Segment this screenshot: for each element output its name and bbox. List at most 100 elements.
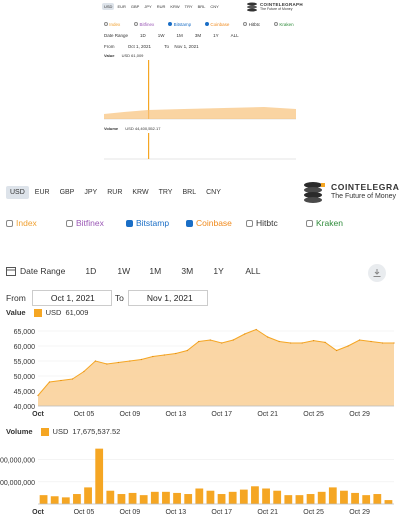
thumb-cur-3[interactable]: JPY [142, 3, 153, 10]
exchange-index[interactable]: Index [6, 218, 66, 228]
volume-bar [351, 492, 359, 504]
value-legend-value: 61,009 [65, 308, 89, 317]
currency-tab-krw[interactable]: KRW [128, 186, 152, 199]
exchange-bitfinex[interactable]: Bitfinex [66, 218, 126, 228]
thumb-cur-0[interactable]: USD [102, 3, 115, 10]
thumb-ex-5[interactable]: Kraken [274, 22, 294, 27]
currency-tab-brl[interactable]: BRL [178, 186, 200, 199]
y-tick-label: 45,000 [14, 389, 36, 396]
thumb-from-row: From Oct 1, 2021 To Nov 1, 2021 [104, 44, 199, 49]
range-button-1m[interactable]: 1M [149, 266, 181, 276]
currency-tab-usd[interactable]: USD [6, 186, 29, 199]
x-tick-label: Oct 21 [257, 509, 278, 516]
thumb-from-label: From [104, 44, 115, 49]
thumb-cur-8[interactable]: CNY [208, 3, 220, 10]
thumb-btn-all[interactable]: ALL [231, 33, 239, 38]
value-point [313, 340, 315, 342]
volume-legend: Volume USD 17,675,537.52 [6, 427, 120, 436]
checkbox[interactable] [246, 219, 253, 227]
thumb-cur-1[interactable]: EUR [115, 3, 127, 10]
checkbox[interactable] [66, 219, 73, 227]
exchange-coinbase[interactable]: Coinbase [186, 218, 246, 228]
x-tick-label: Oct 21 [257, 411, 278, 418]
from-date-input[interactable]: Oct 1, 2021 [31, 290, 112, 306]
value-chart: 40,000 45,000 50,000 55,000 60,000 65,000 Oct O… [14, 328, 395, 418]
value-point [106, 363, 108, 365]
coin-stack-icon [304, 182, 325, 203]
checkbox-checked[interactable] [126, 219, 133, 227]
volume-bar [262, 488, 270, 504]
volume-bar [295, 495, 304, 504]
range-button-1w[interactable]: 1W [117, 266, 149, 276]
currency-tab-rur[interactable]: RUR [103, 186, 126, 199]
value-point [244, 333, 246, 335]
value-point [370, 340, 372, 343]
thumb-ex-2[interactable]: Bitstamp [168, 22, 191, 27]
checkbox-checked[interactable] [186, 219, 193, 227]
currency-tab-gbp[interactable]: GBP [56, 186, 79, 199]
thumb-ex-1[interactable]: Bitfinex [134, 22, 154, 27]
range-button-1d[interactable]: 1D [85, 266, 117, 276]
thumb-ex-3[interactable]: Coinbase [205, 22, 229, 27]
thumb-btn-1y[interactable]: 1Y [213, 33, 219, 38]
x-tick-label: Oct 29 [349, 509, 370, 516]
thumb-cur-4[interactable]: RUR [155, 3, 168, 10]
thumb-btn-1w[interactable]: 1W [158, 33, 165, 38]
exchange-bitstamp[interactable]: Bitstamp [126, 218, 186, 228]
value-point [71, 378, 74, 380]
currency-tab-try[interactable]: TRY [155, 186, 177, 199]
checkbox[interactable] [306, 219, 313, 227]
volume-bar [340, 490, 348, 504]
thumb-date-row: Date Range 1D 1W 1M 3M 1Y ALL [104, 33, 239, 38]
thumb-from-input[interactable]: Oct 1, 2021 [128, 44, 151, 49]
thumb-cur-5[interactable]: KRW [168, 3, 181, 10]
checkbox[interactable] [6, 219, 13, 227]
thumb-ex-0[interactable]: Index [104, 22, 120, 27]
thumb-btn-1m[interactable]: 1M [177, 33, 183, 38]
y-tick-label: 50,000 [14, 374, 36, 381]
volume-bar [317, 491, 326, 504]
volume-legend-series: USD [52, 427, 69, 436]
currency-tab-jpy[interactable]: JPY [80, 186, 101, 199]
range-button-3m[interactable]: 3M [181, 266, 213, 276]
thumb-to-input[interactable]: Nov 1, 2021 [174, 44, 198, 49]
value-point [267, 336, 269, 338]
download-button[interactable] [368, 264, 386, 282]
volume-bar [306, 494, 315, 504]
value-point [198, 340, 200, 343]
logo-tagline: The Future of Money [331, 193, 396, 200]
volume-bar [206, 490, 215, 504]
x-tick-label: Oct 29 [349, 411, 370, 418]
value-point [83, 370, 85, 373]
thumb-cur-7[interactable]: BRL [196, 3, 208, 10]
range-button-all[interactable]: ALL [245, 266, 277, 276]
x-tick-label: Oct 09 [120, 509, 141, 516]
value-point [221, 342, 223, 344]
exchange-kraken[interactable]: Kraken [306, 218, 366, 228]
thumbnail-panel: USD EUR GBP JPY RUR KRW TRY BRL CNY COIN… [0, 0, 400, 160]
volume-bar [162, 491, 170, 504]
to-date-input[interactable]: Nov 1, 2021 [127, 290, 208, 306]
x-tick-label: Oct 13 [165, 509, 186, 516]
volume-bar [84, 487, 92, 504]
exchange-hitbtc[interactable]: Hitbtc [246, 218, 306, 228]
thumb-ex-4[interactable]: Hitbtc [243, 22, 260, 27]
volume-bar [117, 494, 126, 504]
currency-tab-cny[interactable]: CNY [202, 186, 225, 199]
volume-bar [139, 495, 148, 504]
thumb-btn-1d[interactable]: 1D [140, 33, 146, 38]
thumb-logo-tagline: The Future of Money [260, 7, 293, 11]
value-point [60, 379, 62, 382]
date-input-row: From Oct 1, 2021 To Nov 1, 2021 [6, 290, 208, 306]
thumb-btn-3m[interactable]: 3M [195, 33, 201, 38]
thumb-cur-6[interactable]: TRY [183, 3, 195, 10]
value-point [278, 340, 280, 343]
thumb-logo: COINTELEGRAPH The Future of Money [246, 2, 303, 12]
volume-bar [61, 497, 70, 504]
currency-tab-eur[interactable]: EUR [31, 186, 54, 199]
x-tick-label: Oct 05 [74, 411, 95, 418]
range-button-1y[interactable]: 1Y [213, 266, 245, 276]
value-point [163, 354, 165, 356]
thumb-cur-2[interactable]: GBP [129, 3, 141, 10]
value-point [255, 328, 257, 331]
